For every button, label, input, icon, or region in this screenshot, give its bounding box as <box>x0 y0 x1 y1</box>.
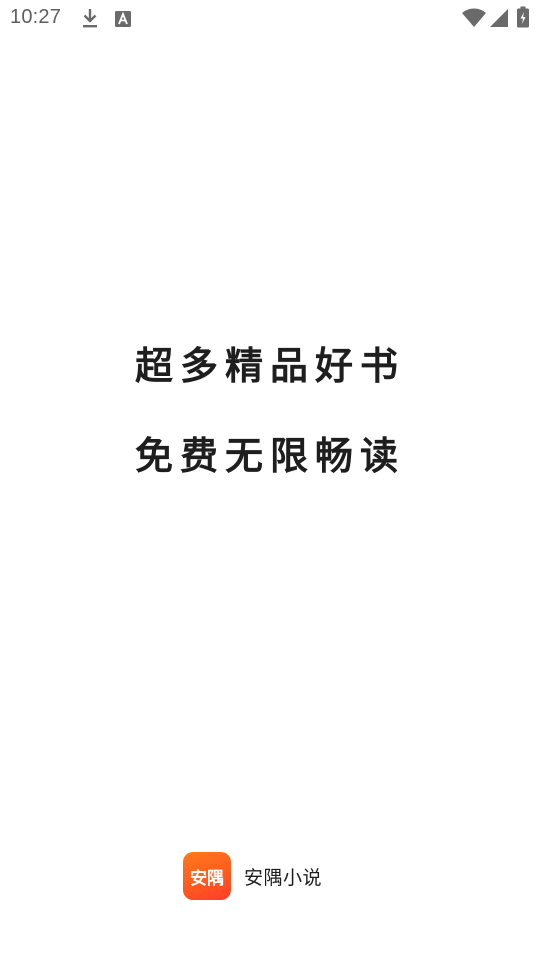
cellular-signal-icon <box>490 9 508 27</box>
app-name: 安隅小说 <box>244 866 323 889</box>
battery-charging-icon <box>517 6 529 28</box>
slogan-line-2: 免费无限畅读 <box>134 434 405 478</box>
slogan-line-1: 超多精品好书 <box>134 344 405 388</box>
download-icon <box>83 9 97 28</box>
wifi-icon <box>462 8 486 27</box>
brand-footer: 安隅 安隅小说 <box>183 852 322 900</box>
a-text-icon <box>115 11 131 27</box>
app-logo: 安隅 <box>183 852 231 900</box>
status-bar: 10:27 <box>0 0 540 36</box>
status-time: 10:27 <box>10 6 62 28</box>
